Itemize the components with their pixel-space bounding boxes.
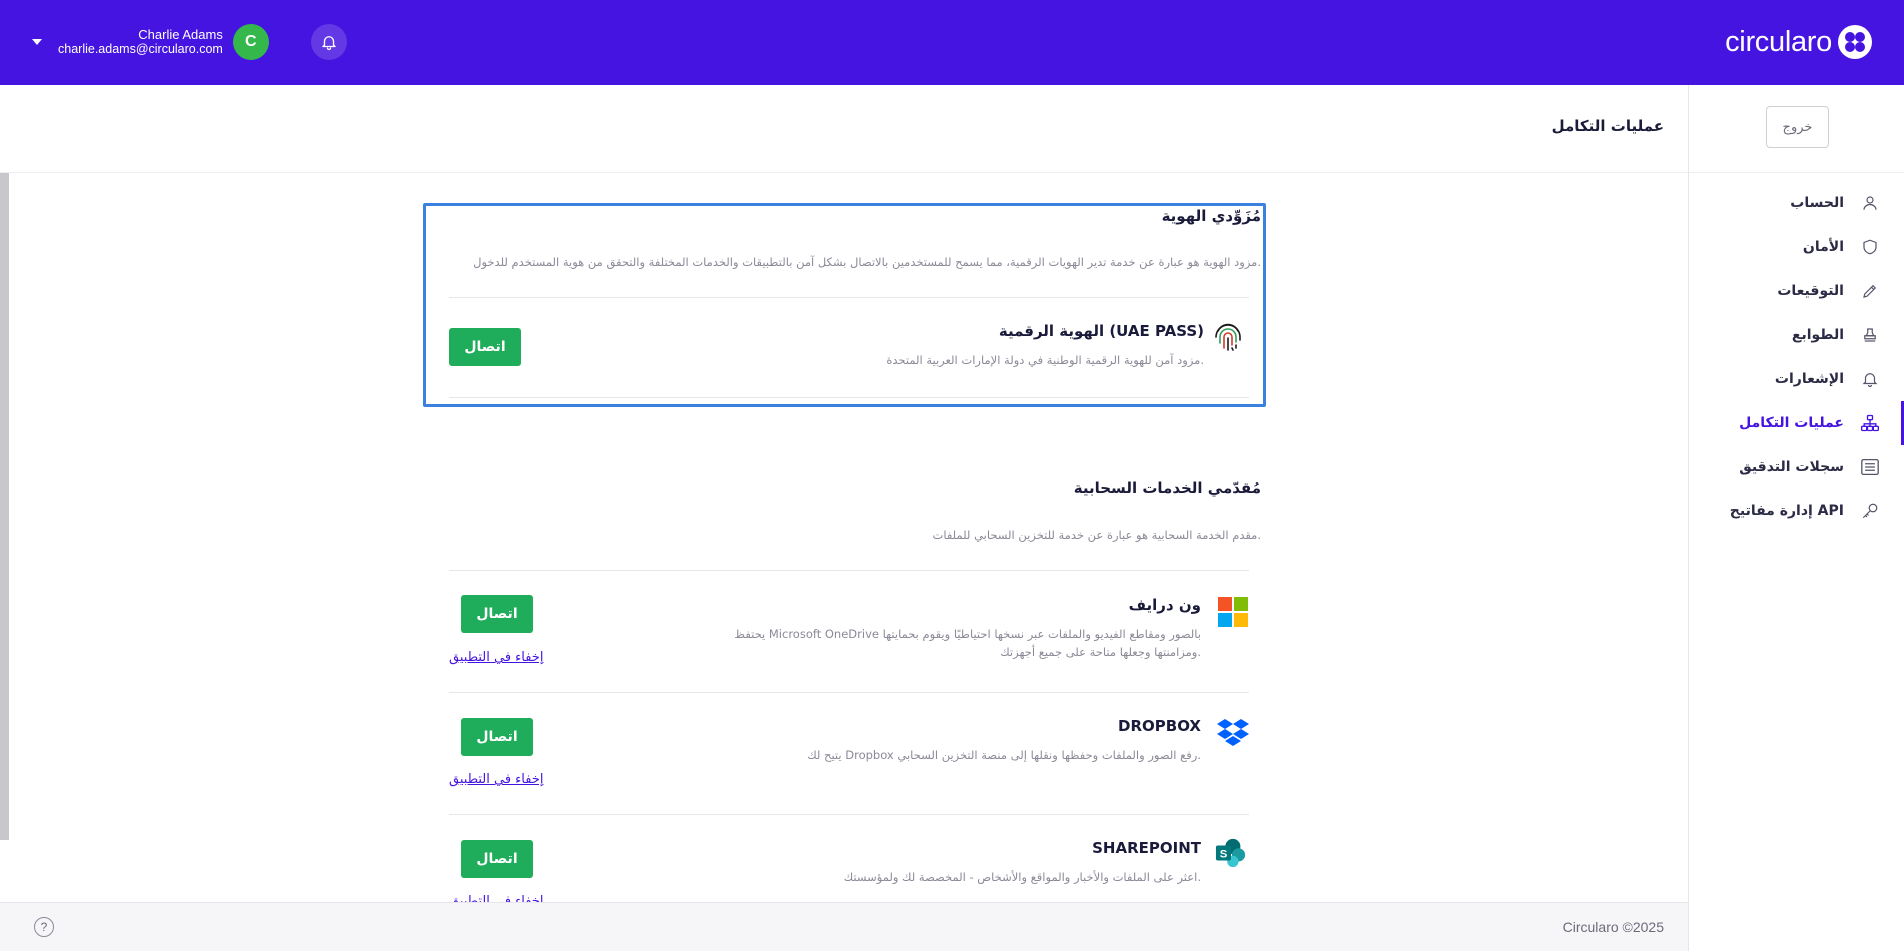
page-title: عمليات التكامل [1551,117,1664,135]
user-menu[interactable]: Charlie Adams charlie.adams@circularo.co… [32,24,269,60]
divider [449,397,1249,398]
sharepoint-icon: S [1215,837,1247,869]
divider [449,692,1249,693]
user-email: charlie.adams@circularo.com [58,42,223,56]
identity-section-description: مزود الهوية هو عبارة عن خدمة تدير الهويا… [473,255,1261,269]
connect-button[interactable]: اتصال [461,718,533,756]
copyright: Circularo ©2025 [1562,919,1664,935]
dropbox-icon [1217,716,1249,748]
connect-button[interactable]: اتصال [461,840,533,878]
logo[interactable]: circularo [1725,24,1872,60]
divider [449,297,1249,298]
sidebar-item-integrations[interactable]: عمليات التكامل [1689,401,1904,445]
fingerprint-icon [1212,321,1244,353]
user-name: Charlie Adams [138,27,223,42]
divider [449,814,1249,815]
logo-mark-icon [1838,25,1872,59]
provider-description: يتيح لك Dropbox رفع الصور والملفات وحفظه… [807,748,1201,762]
cloud-section-title: مُقدّمي الخدمات السحابية [1073,479,1261,497]
connect-button[interactable]: اتصال [449,328,521,366]
provider-description-line: يحتفظ Microsoft OneDrive بالصور ومقاطع ا… [734,627,1201,641]
logout-area: خروج [1689,85,1904,173]
sidebar-item-label: الأمان [1802,239,1844,255]
provider-description-line: ومزامنتها وجعلها متاحة على جميع أجهزتك. [1000,645,1201,659]
bell-icon [1860,369,1880,389]
top-bar: Charlie Adams charlie.adams@circularo.co… [0,0,1904,85]
sidebar-item-security[interactable]: الأمان [1689,225,1904,269]
sidebar-item-label: الإشعارات [1774,371,1844,387]
chevron-down-icon[interactable] [32,39,42,45]
sidebar-item-label: سجلات التدقيق [1739,459,1844,475]
pencil-icon [1860,281,1880,301]
sidebar-item-label: الحساب [1790,195,1844,211]
provider-name: DROPBOX [1118,717,1201,735]
cloud-section-description: مقدم الخدمة السحابية هو عبارة عن خدمة لل… [932,528,1262,542]
connect-button[interactable]: اتصال [461,595,533,633]
user-icon [1860,193,1880,213]
logo-text: circularo [1725,25,1832,58]
provider-description: مزود آمن للهوية الرقمية الوطنية في دولة … [886,353,1204,367]
provider-name: الهوية الرقمية (UAE PASS) [998,322,1204,340]
integrations-content: مُزَوِّدي الهوية مزود الهوية هو عبارة عن… [9,173,1688,902]
sidebar-item-label: الطوابع [1791,327,1844,343]
bell-icon [322,36,336,51]
sidebar-item-label: التوقيعات [1777,283,1844,299]
sidebar-item-label: إدارة مفاتيح API [1729,503,1844,519]
sidebar-nav: الحساب الأمان التوقيعات الطوابع الإشعارا… [1689,173,1904,533]
sidebar-item-signatures[interactable]: التوقيعات [1689,269,1904,313]
svg-text:S: S [1220,849,1228,861]
provider-description: يحتفظ Microsoft OneDrive بالصور ومقاطع ا… [734,625,1201,661]
hide-in-app-link[interactable]: إخفاء في التطبيق [449,894,543,902]
sidebar-item-account[interactable]: الحساب [1689,181,1904,225]
stamp-icon [1860,325,1880,345]
sidebar-item-api-keys[interactable]: إدارة مفاتيح API [1689,489,1904,533]
main-header: عمليات التكامل [0,85,1688,173]
provider-name: ون درايف [1128,596,1201,614]
shield-icon [1860,237,1880,257]
identity-section-title: مُزَوِّدي الهوية [1161,207,1261,225]
sidebar: خروج الحساب الأمان التوقيعات الطوابع الإ… [1688,85,1904,951]
hide-in-app-link[interactable]: إخفاء في التطبيق [449,650,543,665]
help-icon[interactable]: ? [34,917,54,937]
provider-name: SHAREPOINT [1092,839,1201,857]
user-info[interactable]: Charlie Adams charlie.adams@circularo.co… [58,27,223,57]
identity-providers-section [423,203,1266,407]
integrations-icon [1860,413,1880,433]
logout-button[interactable]: خروج [1766,106,1829,148]
sidebar-item-stamps[interactable]: الطوابع [1689,313,1904,357]
sidebar-item-notifications[interactable]: الإشعارات [1689,357,1904,401]
hide-in-app-link[interactable]: إخفاء في التطبيق [449,772,543,787]
list-icon [1860,457,1880,477]
footer: ? Circularo ©2025 [0,902,1688,951]
key-icon [1860,501,1880,521]
sidebar-item-label: عمليات التكامل [1739,415,1844,431]
sidebar-item-audit-logs[interactable]: سجلات التدقيق [1689,445,1904,489]
scrollbar[interactable] [0,173,9,840]
avatar[interactable]: C [232,24,269,60]
microsoft-icon [1217,596,1249,628]
divider [449,570,1249,571]
notifications-button[interactable] [311,24,347,60]
provider-description: اعثر على الملفات والأخبار والمواقع والأش… [843,870,1201,884]
